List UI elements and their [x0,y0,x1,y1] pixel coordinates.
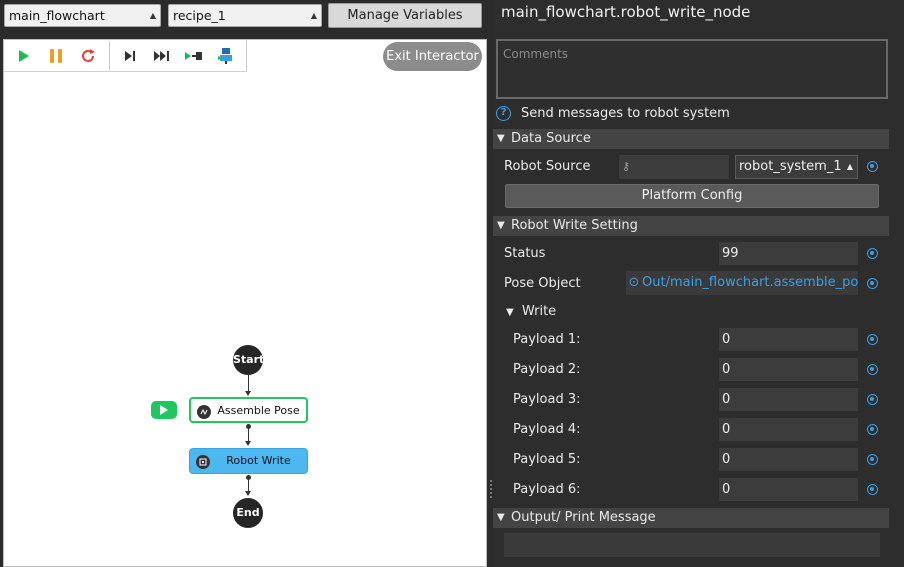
link-radio-icon[interactable] [867,248,878,259]
payload-5-label: Payload 5: [513,452,581,467]
chevron-updown-icon: ▲ [149,11,156,20]
pose-object-field[interactable]: ⊙Out/main_flowchart.assemble_pose_n [626,271,858,295]
link-radio-icon[interactable] [867,161,878,172]
payload-1-label: Payload 1: [513,332,581,347]
link-radio-icon[interactable] [867,394,878,405]
connector-arrow [244,391,251,396]
connector-arrow [244,491,251,496]
status-field[interactable]: 99 [719,242,858,265]
link-radio-icon[interactable] [867,424,878,435]
running-indicator [151,401,177,419]
properties-pane: main_flowchart.robot_write_node Comments… [493,0,904,567]
connector-arrow [244,441,251,446]
section-data-source[interactable]: ▼ Data Source [493,129,889,149]
exit-interactor-button[interactable]: Exit Interactor [383,42,482,71]
pause-icon[interactable] [46,46,66,66]
section-title: Robot Write Setting [511,218,638,233]
step-over-icon[interactable] [152,46,172,66]
robot-source-select[interactable]: robot_system_1 ▲ [735,155,858,179]
play-icon [160,405,168,415]
assemble-pose-node[interactable]: Assemble Pose [189,397,308,423]
recipe-select-value: recipe_1 [173,8,226,23]
step-icon[interactable] [120,46,140,66]
toolbar-divider [246,42,247,70]
payload-1-field[interactable]: 0 [719,328,858,351]
robot-write-icon [196,455,210,469]
link-radio-icon[interactable] [867,484,878,495]
play-icon[interactable] [14,46,34,66]
node-label: Assemble Pose [217,404,300,417]
pose-object-label: Pose Object [504,276,581,291]
payload-6-label: Payload 6: [513,482,581,497]
section-robot-write-setting[interactable]: ▼ Robot Write Setting [493,216,889,236]
toolbar-divider [109,42,110,70]
link-target-icon: ⊙ [628,275,640,290]
chevron-updown-icon: ▲ [310,11,317,20]
chevron-updown-icon: ▲ [846,162,853,171]
collapse-triangle-icon: ▼ [497,512,505,523]
pose-object-value: Out/main_flowchart.assemble_pose_n [642,275,858,290]
connector-line [248,428,249,441]
platform-config-button[interactable]: Platform Config [505,184,879,208]
node-title: main_flowchart.robot_write_node [501,3,751,21]
splitter-grip-icon [490,480,492,500]
status-label: Status [504,246,546,261]
robot-source-key-field[interactable]: ⚷ [619,155,729,179]
payload-5-field[interactable]: 0 [719,448,858,471]
node-label: Robot Write [226,454,291,467]
end-node[interactable]: End [233,498,263,528]
comments-field[interactable]: Comments [496,39,888,99]
payload-2-field[interactable]: 0 [719,358,858,381]
payload-6-field[interactable]: 0 [719,478,858,501]
robot-write-node[interactable]: Robot Write [189,448,308,474]
recipe-select[interactable]: recipe_1 ▲ [168,4,322,27]
start-node[interactable]: Start [233,345,264,375]
link-radio-icon[interactable] [867,364,878,375]
flowchart-select-value: main_flowchart [9,8,105,23]
write-group-label: Write [521,304,557,319]
payload-3-field[interactable]: 0 [719,388,858,411]
write-group[interactable]: ▼ Write [506,304,556,319]
collapse-triangle-icon: ▼ [497,220,505,231]
robot-source-value: robot_system_1 [739,159,842,174]
flowchart-pane: main_flowchart ▲ recipe_1 ▲ Manage Varia… [0,0,489,567]
help-icon[interactable]: ? [496,106,511,121]
payload-2-label: Payload 2: [513,362,581,377]
payload-3-label: Payload 3: [513,392,581,407]
restart-icon[interactable] [78,46,98,66]
flowchart-select[interactable]: main_flowchart ▲ [4,4,161,27]
section-output-print-message[interactable]: ▼ Output/ Print Message [493,508,889,528]
help-text: Send messages to robot system [521,106,730,121]
key-icon: ⚷ [622,160,631,173]
collapse-triangle-icon: ▼ [497,133,505,144]
link-radio-icon[interactable] [867,278,878,289]
run-to-icon[interactable] [184,46,204,66]
robot-source-label: Robot Source [504,159,591,174]
payload-4-label: Payload 4: [513,422,581,437]
debug-node-icon[interactable] [216,46,236,66]
output-message-field[interactable] [504,533,880,557]
link-radio-icon[interactable] [867,334,878,345]
run-toolbar [4,40,247,72]
link-radio-icon[interactable] [867,454,878,465]
section-title: Output/ Print Message [511,510,656,525]
collapse-triangle-icon: ▼ [506,307,514,318]
flowchart-canvas[interactable]: Exit Interactor Start Assemble Pose Robo… [3,39,487,567]
section-title: Data Source [511,131,591,146]
comments-placeholder: Comments [503,47,569,61]
payload-4-field[interactable]: 0 [719,418,858,441]
function-icon [197,405,211,419]
manage-variables-button[interactable]: Manage Variables [328,3,482,28]
